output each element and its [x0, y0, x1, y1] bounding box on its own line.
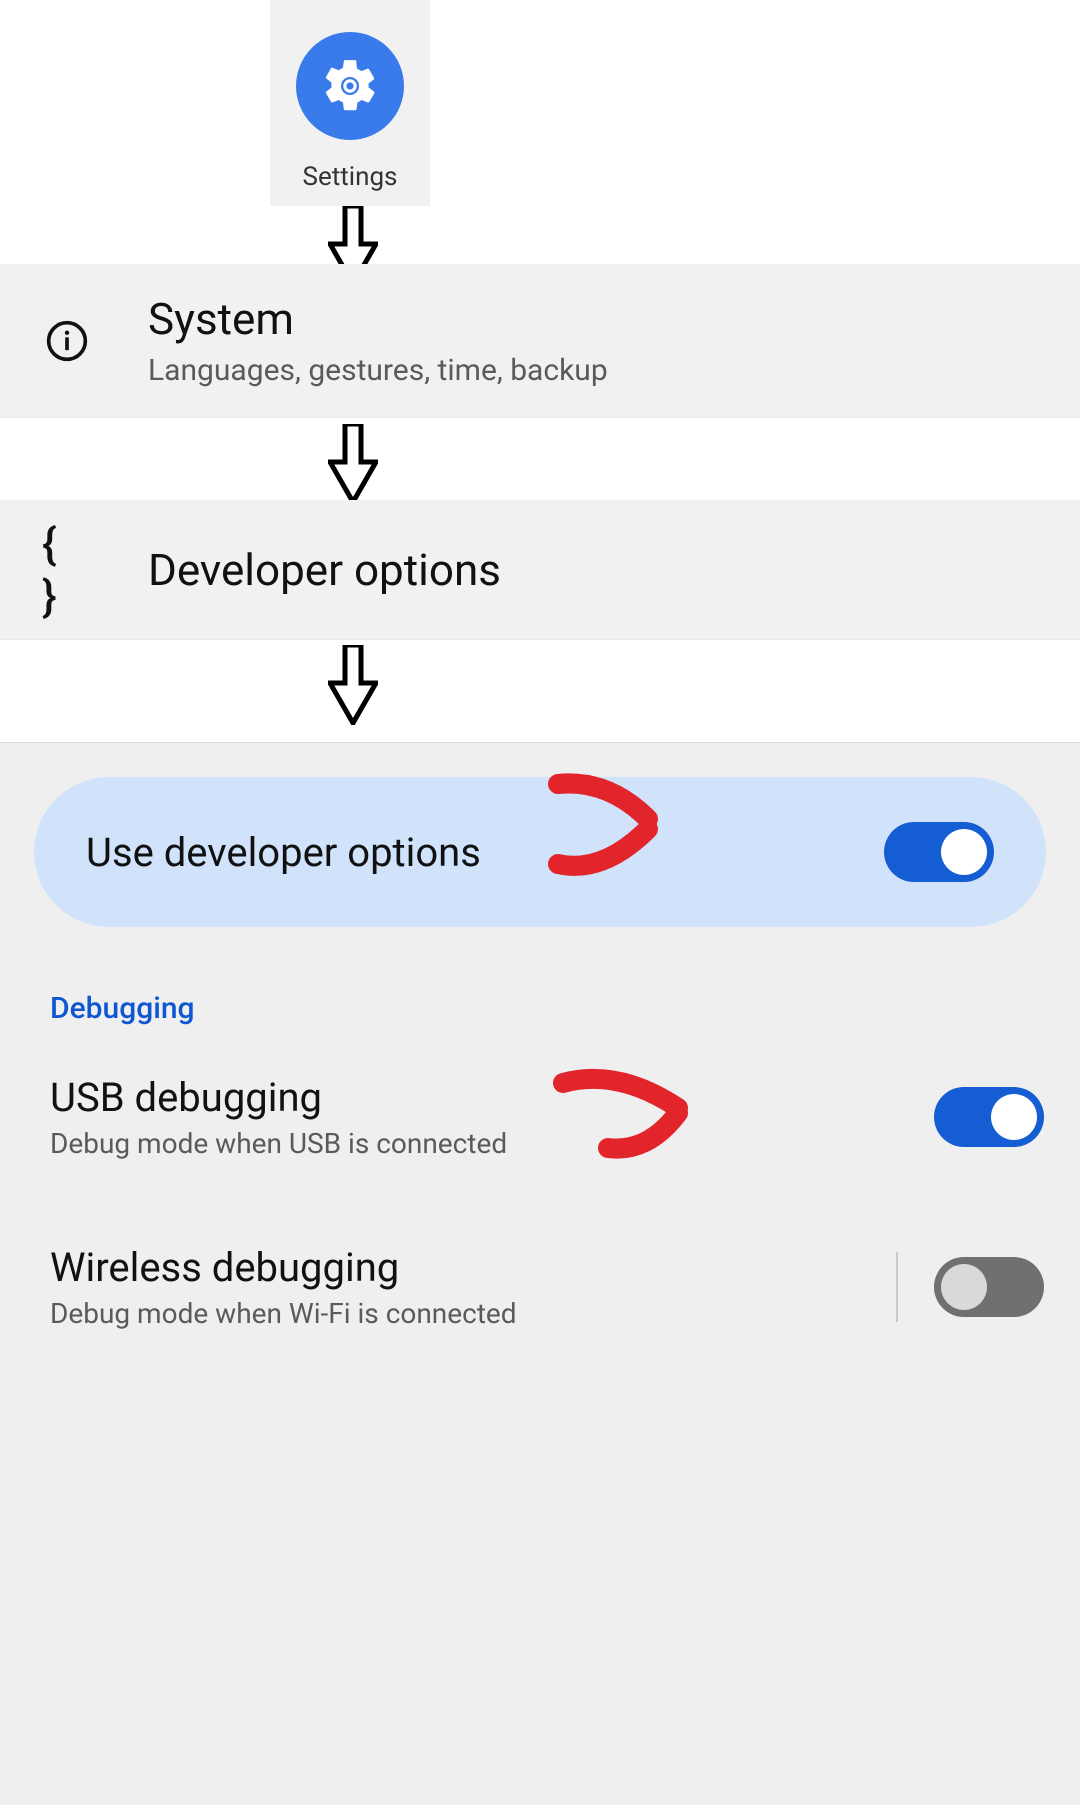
debugging-section-header: Debugging: [50, 991, 1080, 1026]
annotation-arrow-icon: [548, 1058, 708, 1162]
use-developer-options-switch[interactable]: [884, 822, 994, 882]
system-row-subtitle: Languages, gestures, time, backup: [148, 353, 608, 388]
wireless-debugging-row[interactable]: Wireless debugging Debug mode when Wi-Fi…: [50, 1244, 1044, 1330]
gear-icon: [296, 32, 404, 140]
usb-debugging-subtitle: Debug mode when USB is connected: [50, 1127, 934, 1160]
code-braces-icon: { }: [42, 518, 92, 622]
settings-app-shortcut[interactable]: Settings: [270, 0, 430, 206]
divider: [896, 1252, 898, 1322]
wireless-debugging-switch[interactable]: [934, 1257, 1044, 1317]
usb-debugging-switch[interactable]: [934, 1087, 1044, 1147]
usb-debugging-row[interactable]: USB debugging Debug mode when USB is con…: [50, 1074, 1044, 1160]
system-settings-row[interactable]: System Languages, gestures, time, backup: [0, 264, 1080, 418]
arrow-down-icon: [328, 645, 378, 725]
wireless-debugging-title: Wireless debugging: [50, 1244, 896, 1291]
developer-options-title: Developer options: [148, 544, 501, 596]
use-developer-options-label: Use developer options: [86, 829, 481, 876]
system-row-title: System: [148, 293, 608, 345]
usb-debugging-title: USB debugging: [50, 1074, 934, 1121]
developer-options-row[interactable]: { } Developer options: [0, 500, 1080, 640]
wireless-debugging-subtitle: Debug mode when Wi-Fi is connected: [50, 1297, 896, 1330]
info-icon: [42, 319, 92, 363]
use-developer-options-card[interactable]: Use developer options: [34, 777, 1046, 927]
annotation-arrow-icon: [548, 774, 698, 888]
app-icon-label: Settings: [303, 162, 398, 192]
arrow-down-icon: [328, 424, 378, 504]
developer-options-panel: Use developer options Debugging USB debu…: [0, 742, 1080, 1805]
